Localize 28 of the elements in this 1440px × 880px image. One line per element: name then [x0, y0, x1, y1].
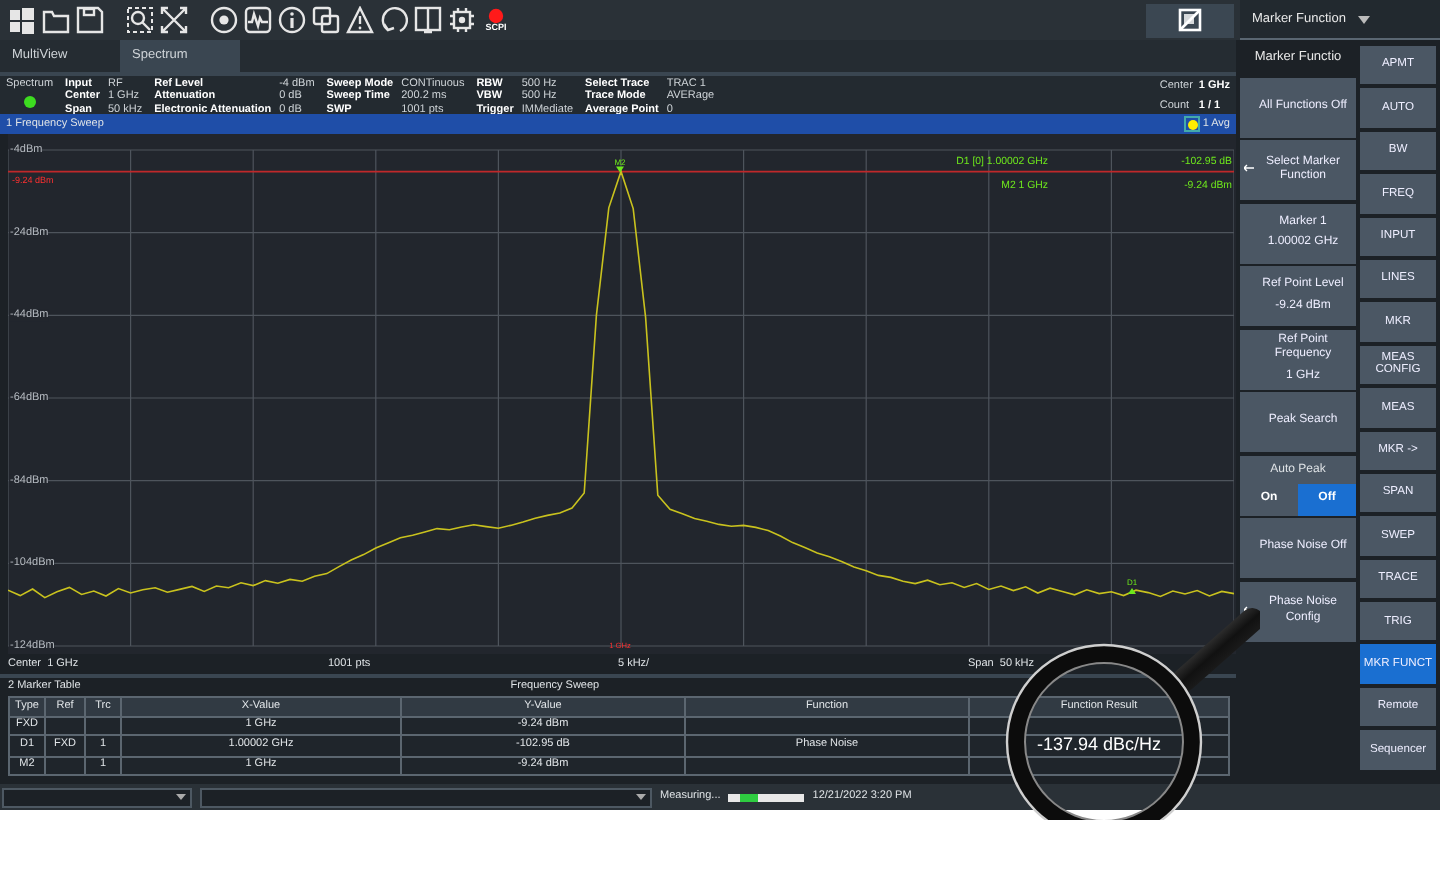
- record-icon[interactable]: [488, 7, 504, 24]
- copy-icon[interactable]: [312, 6, 340, 34]
- warning-icon[interactable]: [346, 6, 374, 34]
- dropdown-field[interactable]: [200, 787, 652, 807]
- caret-icon: [1357, 15, 1370, 23]
- caret-icon: [636, 794, 646, 800]
- status-dot-icon: [23, 96, 36, 109]
- caret-icon: [176, 794, 186, 800]
- info-icon[interactable]: [278, 6, 306, 34]
- fit-icon[interactable]: [160, 6, 188, 34]
- target-icon[interactable]: [210, 6, 238, 34]
- save-icon[interactable]: [76, 6, 104, 34]
- dropdown-field[interactable]: [2, 787, 192, 807]
- result-value: -137.94 dBc/Hz: [1036, 734, 1162, 754]
- chip-icon[interactable]: [448, 6, 476, 34]
- fullscreen-icon: [1178, 8, 1202, 32]
- folder-icon[interactable]: [42, 6, 70, 34]
- windows-icon[interactable]: [8, 6, 36, 34]
- trace-dot-icon: [1187, 119, 1198, 129]
- marker-icon: [1128, 587, 1136, 594]
- arrow-icon: [1244, 164, 1254, 172]
- marker-icon: [616, 166, 624, 173]
- zoom-icon[interactable]: [126, 6, 154, 34]
- fullscreen-button[interactable]: [1146, 3, 1234, 37]
- refresh-icon[interactable]: [380, 6, 408, 34]
- waveform-icon[interactable]: [244, 6, 272, 34]
- book-icon[interactable]: [414, 6, 442, 34]
- busy-indicator-icon: [728, 793, 805, 801]
